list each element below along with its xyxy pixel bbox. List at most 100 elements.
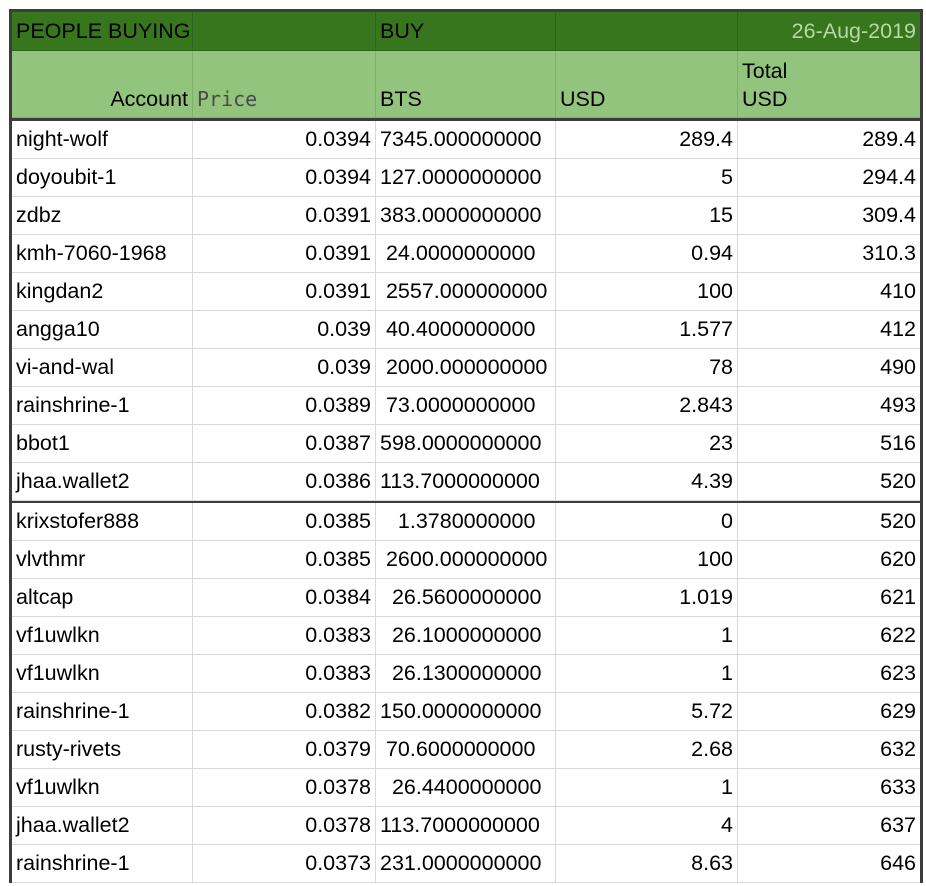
- usd-cell[interactable]: 1.019: [556, 579, 738, 617]
- price-cell[interactable]: 0.0385: [193, 503, 376, 541]
- bts-cell[interactable]: 7345.000000000: [376, 121, 556, 159]
- bts-cell[interactable]: 113.7000000000: [376, 463, 556, 501]
- usd-cell[interactable]: 2.843: [556, 387, 738, 425]
- price-cell[interactable]: 0.0383: [193, 655, 376, 693]
- bts-cell[interactable]: 26.1300000000: [376, 655, 556, 693]
- price-cell[interactable]: 0.0378: [193, 807, 376, 845]
- price-cell[interactable]: 0.0394: [193, 121, 376, 159]
- header-account[interactable]: Account: [12, 51, 193, 118]
- price-cell[interactable]: 0.0391: [193, 273, 376, 311]
- bts-cell[interactable]: 40.4000000000: [376, 311, 556, 349]
- price-cell[interactable]: 0.0373: [193, 845, 376, 883]
- usd-cell[interactable]: 4.39: [556, 463, 738, 501]
- usd-cell[interactable]: 2.68: [556, 731, 738, 769]
- price-cell[interactable]: 0.0394: [193, 159, 376, 197]
- usd-cell[interactable]: 15: [556, 197, 738, 235]
- total-usd-cell[interactable]: 516: [738, 425, 920, 463]
- total-usd-cell[interactable]: 294.4: [738, 159, 920, 197]
- total-usd-cell[interactable]: 520: [738, 503, 920, 541]
- total-usd-cell[interactable]: 412: [738, 311, 920, 349]
- header-price[interactable]: Price: [193, 51, 376, 118]
- price-cell[interactable]: 0.039: [193, 349, 376, 387]
- total-usd-cell[interactable]: 410: [738, 273, 920, 311]
- bts-cell[interactable]: 113.7000000000: [376, 807, 556, 845]
- header-usd[interactable]: USD: [556, 51, 738, 118]
- usd-cell[interactable]: 100: [556, 541, 738, 579]
- price-cell[interactable]: 0.0384: [193, 579, 376, 617]
- account-cell[interactable]: angga10: [12, 311, 193, 349]
- account-cell[interactable]: jhaa.wallet2: [12, 807, 193, 845]
- bts-cell[interactable]: 2600.000000000: [376, 541, 556, 579]
- bts-cell[interactable]: 26.5600000000: [376, 579, 556, 617]
- account-cell[interactable]: rainshrine-1: [12, 845, 193, 883]
- total-usd-cell[interactable]: 309.4: [738, 197, 920, 235]
- usd-cell[interactable]: 1: [556, 769, 738, 807]
- usd-cell[interactable]: 100: [556, 273, 738, 311]
- usd-cell[interactable]: 0: [556, 503, 738, 541]
- total-usd-cell[interactable]: 629: [738, 693, 920, 731]
- total-usd-cell[interactable]: 621: [738, 579, 920, 617]
- account-cell[interactable]: vf1uwlkn: [12, 655, 193, 693]
- account-cell[interactable]: bbot1: [12, 425, 193, 463]
- account-cell[interactable]: krixstofer888: [12, 503, 193, 541]
- account-cell[interactable]: jhaa.wallet2: [12, 463, 193, 501]
- price-cell[interactable]: 0.0382: [193, 693, 376, 731]
- total-usd-cell[interactable]: 622: [738, 617, 920, 655]
- total-usd-cell[interactable]: 310.3: [738, 235, 920, 273]
- account-cell[interactable]: rainshrine-1: [12, 387, 193, 425]
- total-usd-cell[interactable]: 493: [738, 387, 920, 425]
- usd-cell[interactable]: 5.72: [556, 693, 738, 731]
- account-cell[interactable]: vf1uwlkn: [12, 769, 193, 807]
- total-usd-cell[interactable]: 620: [738, 541, 920, 579]
- account-cell[interactable]: kingdan2: [12, 273, 193, 311]
- bts-cell[interactable]: 2000.000000000: [376, 349, 556, 387]
- usd-cell[interactable]: 23: [556, 425, 738, 463]
- bts-cell[interactable]: 70.6000000000: [376, 731, 556, 769]
- usd-cell[interactable]: 1: [556, 617, 738, 655]
- bts-cell[interactable]: 150.0000000000: [376, 693, 556, 731]
- usd-cell[interactable]: 289.4: [556, 121, 738, 159]
- usd-cell[interactable]: 1: [556, 655, 738, 693]
- price-cell[interactable]: 0.0386: [193, 463, 376, 501]
- total-usd-cell[interactable]: 632: [738, 731, 920, 769]
- price-cell[interactable]: 0.0391: [193, 197, 376, 235]
- account-cell[interactable]: vi-and-wal: [12, 349, 193, 387]
- title-empty-cell[interactable]: [193, 12, 376, 51]
- bts-cell[interactable]: 24.0000000000: [376, 235, 556, 273]
- bts-cell[interactable]: 383.0000000000: [376, 197, 556, 235]
- usd-cell[interactable]: 1.577: [556, 311, 738, 349]
- price-cell[interactable]: 0.0391: [193, 235, 376, 273]
- total-usd-cell[interactable]: 637: [738, 807, 920, 845]
- price-cell[interactable]: 0.0379: [193, 731, 376, 769]
- bts-cell[interactable]: 26.4400000000: [376, 769, 556, 807]
- total-usd-cell[interactable]: 490: [738, 349, 920, 387]
- title-date-cell[interactable]: 26-Aug-2019: [738, 12, 920, 51]
- price-cell[interactable]: 0.039: [193, 311, 376, 349]
- total-usd-cell[interactable]: 646: [738, 845, 920, 883]
- title-label-cell[interactable]: PEOPLE BUYING: [12, 12, 193, 51]
- account-cell[interactable]: vf1uwlkn: [12, 617, 193, 655]
- bts-cell[interactable]: 2557.000000000: [376, 273, 556, 311]
- account-cell[interactable]: doyoubit-1: [12, 159, 193, 197]
- header-total-usd[interactable]: Total USD: [738, 51, 920, 118]
- price-cell[interactable]: 0.0378: [193, 769, 376, 807]
- usd-cell[interactable]: 4: [556, 807, 738, 845]
- price-cell[interactable]: 0.0385: [193, 541, 376, 579]
- bts-cell[interactable]: 1.3780000000: [376, 503, 556, 541]
- total-usd-cell[interactable]: 289.4: [738, 121, 920, 159]
- account-cell[interactable]: rusty-rivets: [12, 731, 193, 769]
- usd-cell[interactable]: 78: [556, 349, 738, 387]
- price-cell[interactable]: 0.0387: [193, 425, 376, 463]
- price-cell[interactable]: 0.0389: [193, 387, 376, 425]
- header-bts[interactable]: BTS: [376, 51, 556, 118]
- title-empty-cell-2[interactable]: [556, 12, 738, 51]
- usd-cell[interactable]: 8.63: [556, 845, 738, 883]
- bts-cell[interactable]: 598.0000000000: [376, 425, 556, 463]
- total-usd-cell[interactable]: 520: [738, 463, 920, 501]
- bts-cell[interactable]: 231.0000000000: [376, 845, 556, 883]
- bts-cell[interactable]: 127.0000000000: [376, 159, 556, 197]
- account-cell[interactable]: rainshrine-1: [12, 693, 193, 731]
- account-cell[interactable]: vlvthmr: [12, 541, 193, 579]
- account-cell[interactable]: night-wolf: [12, 121, 193, 159]
- account-cell[interactable]: zdbz: [12, 197, 193, 235]
